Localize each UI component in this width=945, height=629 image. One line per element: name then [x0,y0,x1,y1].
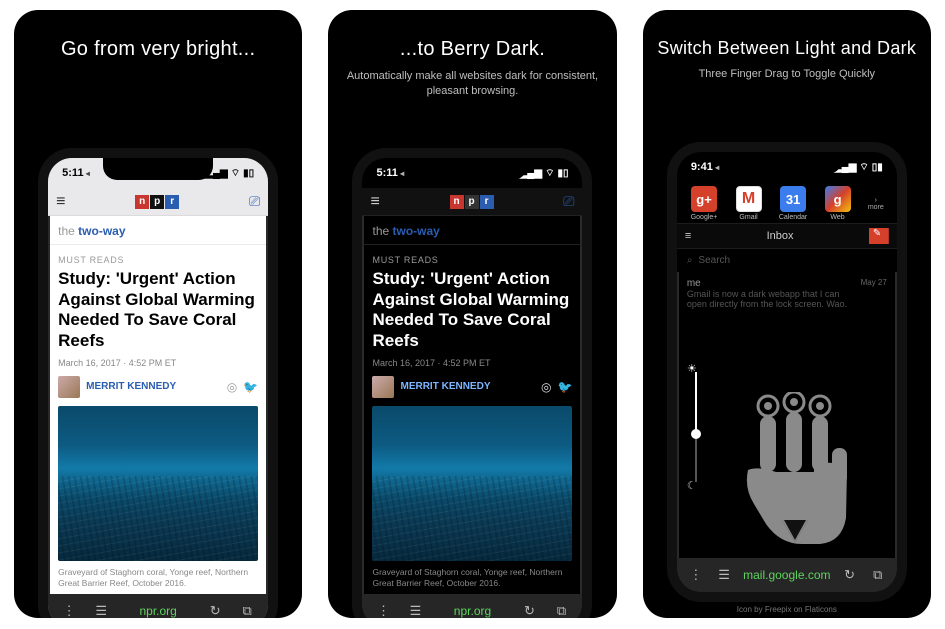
message-from: me [687,278,887,289]
phone-notch [417,158,527,180]
more-apps-button[interactable]: ›more [861,186,891,221]
article-photo[interactable] [372,406,572,561]
npr-logo: npr [135,195,179,209]
address-bar[interactable]: npr.org [122,604,194,618]
site-header: ≡ npr ⎚ [48,188,268,216]
browser-toolbar: ⋮ ☰ mail.google.com ↻ ⧉ [677,558,897,592]
instagram-icon: ◎ [227,380,237,394]
calendar-icon: 31 [780,186,806,212]
photo-caption: Graveyard of Staghorn coral, Yonge reef,… [48,561,268,589]
message-row[interactable]: me May 27 Gmail is now a dark webapp tha… [677,272,897,315]
article-headline[interactable]: Study: 'Urgent' Action Against Global Wa… [48,267,268,358]
reload-button[interactable]: ↻ [841,564,859,586]
phone-notch [732,152,842,174]
address-bar[interactable]: npr.org [436,604,508,618]
site-header: ≡ npr ⎚ [362,188,582,216]
battery-icon: ▮▯ [557,168,568,179]
sidebar-button[interactable]: ⋮ [58,600,80,618]
search-bar[interactable]: ⌕ Search [677,249,897,272]
sidebar-button[interactable]: ⋮ [687,564,705,586]
three-finger-drag-icon [724,392,864,562]
sidebar-button[interactable]: ⋮ [372,600,394,618]
promo-panel-gesture: Switch Between Light and Dark Three Fing… [643,10,931,618]
article-dateline: March 16, 2017 · 4:52 PM ET [48,358,268,376]
search-icon: ⌕ [687,255,693,266]
panel-subtitle: Three Finger Drag to Toggle Quickly [699,67,876,82]
app-calendar[interactable]: 31Calendar [772,186,815,221]
address-bar[interactable]: mail.google.com [743,568,830,582]
panel-subtitle: Automatically make all websites dark for… [328,69,616,100]
chevron-right-icon: › [875,197,877,204]
web-icon: g [825,186,851,212]
panel-title: Go from very bright... [61,38,255,61]
share-icons[interactable]: ◎🐦 [541,380,572,394]
slider-thumb[interactable] [691,429,701,439]
radio-icon[interactable]: ⎚ [249,193,260,210]
app-gmail[interactable]: MGmail [727,186,770,221]
googleplus-icon: g+ [691,186,717,212]
promo-panel-light: Go from very bright... 5:11 ▂▄▆ ⌔ ▮▯ ≡ n… [14,10,302,618]
wifi-icon: ⌔ [545,167,554,180]
search-placeholder: Search [698,255,730,266]
browser-toolbar: ⋮ ☰ npr.org ↻ ⧉ [48,594,268,618]
battery-icon: ▮▯ [243,168,254,179]
tabs-button[interactable]: ⧉ [236,600,258,618]
app-web[interactable]: gWeb [816,186,859,221]
reader-button[interactable]: ☰ [90,600,112,618]
panel-title: ...to Berry Dark. [400,38,545,61]
phone-mockup-light: 5:11 ▂▄▆ ⌔ ▮▯ ≡ npr ⎚ the two-way MUST R… [38,148,278,618]
promo-panel-dark: ...to Berry Dark. Automatically make all… [328,10,616,618]
reader-button[interactable]: ☰ [715,564,733,586]
inbox-title: Inbox [767,230,794,242]
wifi-icon: ⌔ [231,167,240,180]
photo-caption: Graveyard of Staghorn coral, Yonge reef,… [362,561,582,589]
menu-button[interactable]: ≡ [685,230,691,242]
battery-icon: ▯▮ [872,162,883,173]
twitter-icon: 🐦 [243,380,258,394]
radio-icon[interactable]: ⎚ [563,193,574,210]
section-label[interactable]: the two-way [48,216,268,245]
reload-button[interactable]: ↻ [204,600,226,618]
status-time: 5:11 [62,167,90,179]
byline: MERRIT KENNEDY ◎🐦 [48,376,268,406]
article-dateline: March 16, 2017 · 4:52 PM ET [362,358,582,376]
brightness-slider[interactable] [695,372,697,482]
gmail-icon: M [736,186,762,212]
section-label[interactable]: the two-way [362,216,582,245]
phone-mockup-gesture: 9:41 ▂▄▆ ⌔ ▯▮ g+Google+ MGmail 31Calenda… [667,142,907,602]
message-snippet: Gmail is now a dark webapp that I can [687,289,887,299]
author-name[interactable]: MERRIT KENNEDY [400,381,535,392]
phone-notch [103,158,213,180]
share-icons[interactable]: ◎🐦 [227,380,258,394]
instagram-icon: ◎ [541,380,551,394]
browser-toolbar: ⋮ ☰ npr.org ↻ ⧉ [362,594,582,618]
byline: MERRIT KENNEDY ◎🐦 [362,376,582,406]
compose-button[interactable] [869,228,889,244]
icon-credit: Icon by Freepix on Flaticons [643,605,931,614]
article-headline[interactable]: Study: 'Urgent' Action Against Global Wa… [362,267,582,358]
app-switcher-row: g+Google+ MGmail 31Calendar gWeb ›more [677,182,897,223]
tabs-button[interactable]: ⧉ [869,564,887,586]
author-name[interactable]: MERRIT KENNEDY [86,381,221,392]
kicker: MUST READS [48,245,268,267]
kicker: MUST READS [362,245,582,267]
author-avatar[interactable] [58,376,80,398]
message-snippet: open directly from the lock screen. Wao. [687,299,887,309]
twitter-icon: 🐦 [558,380,573,394]
status-time: 9:41 [691,161,719,173]
article-photo[interactable] [58,406,258,561]
wifi-icon: ⌔ [859,161,868,174]
status-time: 5:11 [376,167,404,179]
reload-button[interactable]: ↻ [518,600,540,618]
npr-logo: npr [450,195,494,209]
panel-title: Switch Between Light and Dark [657,38,916,59]
phone-mockup-dark: 5:11 ▂▄▆ ⌔ ▮▯ ≡ npr ⎚ the two-way MUST R… [352,148,592,618]
app-googleplus[interactable]: g+Google+ [683,186,726,221]
tabs-button[interactable]: ⧉ [550,600,572,618]
inbox-header: ≡ Inbox [677,223,897,249]
message-date: May 27 [861,278,887,287]
author-avatar[interactable] [372,376,394,398]
reader-button[interactable]: ☰ [404,600,426,618]
